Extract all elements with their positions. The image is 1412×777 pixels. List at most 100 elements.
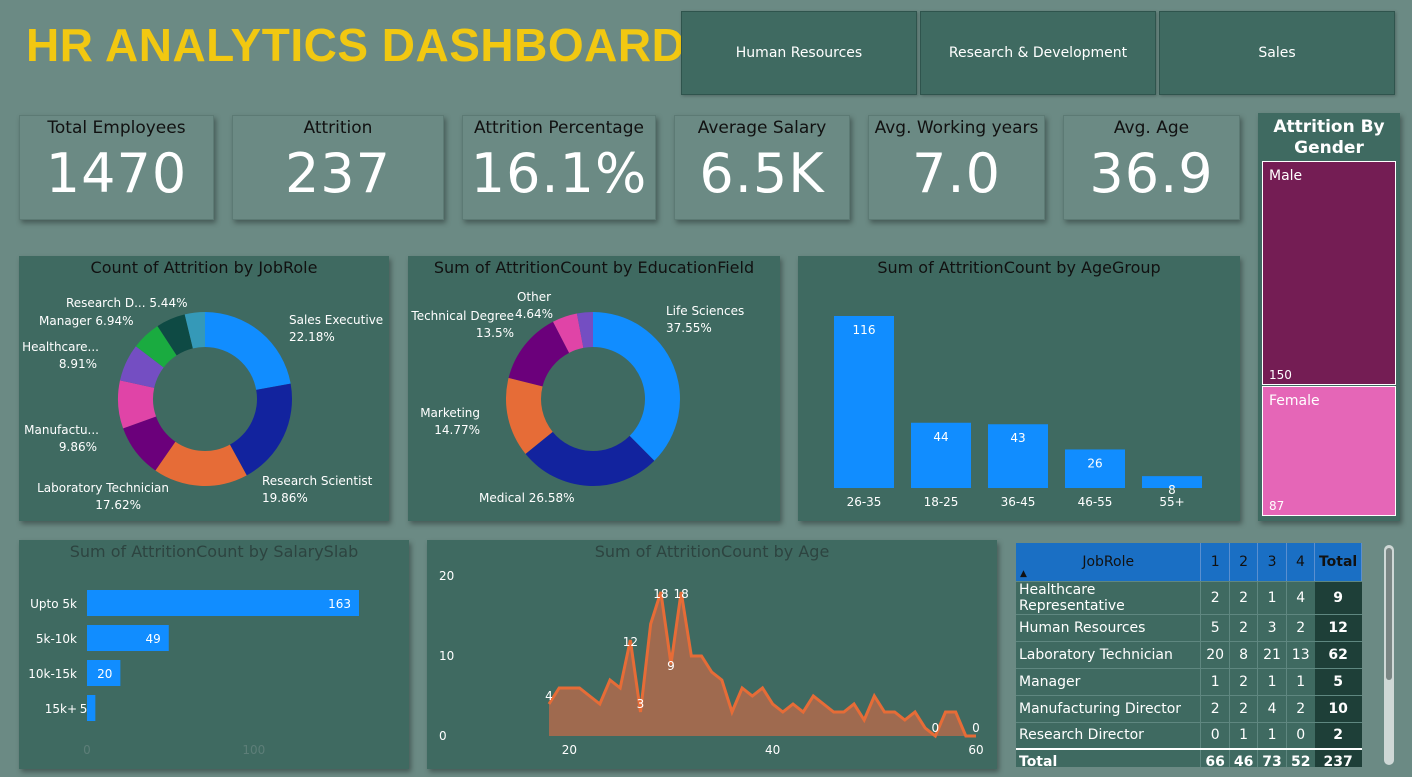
table-cell-value: 1	[1228, 722, 1258, 750]
bar-data-label: 44	[933, 430, 948, 444]
table-cell-value: 21	[1257, 641, 1287, 669]
x-tick-label: 60	[968, 743, 983, 757]
donut-label: Manager 6.94%	[39, 314, 134, 328]
table-cell-value: 2	[1200, 581, 1230, 615]
table-row[interactable]: Laboratory Technician 20 8 21 13 62	[1016, 641, 1362, 669]
age-area-chart: 0 10 20 20 40 60 4 12 3 18 9 18 0 0	[439, 569, 984, 757]
gender-label-female: Female	[1269, 393, 1320, 409]
table-cell-value: 2	[1285, 695, 1315, 723]
column-header-3[interactable]: 3	[1257, 543, 1287, 582]
table-cell-total: 2	[1314, 722, 1362, 750]
table-cell-value: 2	[1228, 614, 1258, 642]
table-cell-jobrole: Laboratory Technician	[1016, 641, 1201, 669]
donut-label: Sales Executive	[289, 313, 383, 327]
agegroup-bar[interactable]	[834, 316, 894, 488]
y-tick-label: 5k-10k	[36, 632, 77, 646]
table-row[interactable]: Manufacturing Director 2 2 4 2 10	[1016, 695, 1362, 723]
table-scrollbar-thumb[interactable]	[1386, 548, 1392, 680]
salaryslab-bar-chart: 163 Upto 5k 49 5k-10k 20 10k-15k 515k+ 0 100	[28, 590, 359, 757]
table-total-cell: 73	[1257, 748, 1287, 767]
bar-data-label: 116	[853, 323, 876, 337]
column-header-label: JobRole	[1082, 553, 1135, 570]
kpi-value: 36.9	[1089, 142, 1214, 205]
table-cell-value: 1	[1200, 668, 1230, 696]
table-total-cell: 66	[1200, 748, 1230, 767]
kpi-value: 1470	[45, 142, 188, 205]
gender-bar-male[interactable]: Male 150	[1262, 161, 1396, 385]
table-cell-value: 20	[1200, 641, 1230, 669]
table-total-cell: Total	[1016, 748, 1201, 767]
jobrole-matrix-table[interactable]: JobRole ▲ 1 2 3 4 Total Healthcare Repre…	[1016, 543, 1362, 767]
column-header-1[interactable]: 1	[1200, 543, 1230, 582]
table-cell-value: 3	[1257, 614, 1287, 642]
donut-percent-label: 9.86%	[59, 440, 97, 454]
table-cell-value: 13	[1285, 641, 1315, 669]
table-cell-jobrole: Manufacturing Director	[1016, 695, 1201, 723]
table-header-row: JobRole ▲ 1 2 3 4 Total	[1016, 543, 1362, 582]
column-header-jobrole[interactable]: JobRole ▲	[1016, 543, 1202, 582]
table-row[interactable]: Manager 1 2 1 1 5	[1016, 668, 1362, 696]
table-total-cell: 46	[1228, 748, 1258, 767]
kpi-value: 16.1%	[470, 142, 648, 205]
x-tick-label: 46-55	[1078, 495, 1113, 509]
jobrole-donut-chart: Sales Executive 22.18% Research Scientist 1…	[22, 296, 383, 512]
donut-label: Medical 26.58%	[479, 491, 575, 505]
donut-slice[interactable]	[229, 383, 292, 476]
kpi-average-salary: Average Salary 6.5K	[674, 115, 850, 220]
table-total-row: Total 66 46 73 52 237	[1016, 748, 1362, 767]
kpi-attrition: Attrition 237	[232, 115, 444, 220]
kpi-label: Total Employees	[47, 118, 186, 138]
point-data-label: 3	[637, 697, 645, 711]
kpi-value: 237	[284, 142, 392, 205]
table-row[interactable]: Healthcare Representative 2 2 1 4 9	[1016, 581, 1362, 615]
donut-label: Life Sciences	[666, 304, 744, 318]
slicer-research-development[interactable]: Research & Development	[920, 11, 1156, 95]
donut-percent-label: 22.18%	[289, 330, 335, 344]
table-cell-value: 2	[1228, 581, 1258, 615]
donut-label: Manufactu...	[24, 423, 99, 437]
donut-slice[interactable]	[205, 312, 291, 390]
column-header-2[interactable]: 2	[1229, 543, 1259, 582]
table-cell-value: 2	[1200, 695, 1230, 723]
x-tick-label: 26-35	[847, 495, 882, 509]
table-cell-jobrole: Manager	[1016, 668, 1201, 696]
gender-bar-female[interactable]: Female 87	[1262, 386, 1396, 516]
slicer-human-resources[interactable]: Human Resources	[681, 11, 917, 95]
column-header-4[interactable]: 4	[1286, 543, 1316, 582]
x-tick-label: 36-45	[1001, 495, 1036, 509]
table-cell-value: 2	[1228, 668, 1258, 696]
table-cell-value: 1	[1257, 581, 1287, 615]
column-header-total[interactable]: Total	[1314, 543, 1362, 582]
bar-data-label: 163	[328, 597, 351, 611]
table-cell-total: 5	[1314, 668, 1362, 696]
donut-label: Healthcare...	[22, 340, 99, 354]
slicer-sales[interactable]: Sales	[1159, 11, 1395, 95]
gender-value-male: 150	[1269, 368, 1292, 382]
x-tick-label: 0	[83, 743, 91, 757]
point-data-label: 4	[545, 689, 553, 703]
table-row[interactable]: Research Director 0 1 1 0 2	[1016, 722, 1362, 750]
donut-percent-label: 14.77%	[434, 423, 480, 437]
salaryslab-bar[interactable]	[87, 695, 96, 721]
table-cell-value: 4	[1285, 581, 1315, 615]
table-cell-total: 10	[1314, 695, 1362, 723]
table-cell-value: 0	[1285, 722, 1315, 750]
table-cell-value: 2	[1285, 614, 1315, 642]
gender-chart-title: Attrition By Gender	[1273, 117, 1385, 158]
point-data-label: 9	[667, 659, 675, 673]
bar-data-label: 26	[1087, 456, 1102, 470]
table-cell-total: 9	[1314, 581, 1362, 615]
table-cell-value: 2	[1228, 695, 1258, 723]
donut-label: Research D... 5.44%	[66, 296, 187, 310]
salaryslab-bar[interactable]	[87, 590, 359, 616]
attrition-by-gender-card: Attrition By Gender Male 150 Female 87	[1258, 113, 1400, 521]
table-cell-value: 4	[1257, 695, 1287, 723]
table-cell-jobrole: Human Resources	[1016, 614, 1201, 642]
point-data-label: 0	[932, 721, 940, 735]
kpi-attrition-percentage: Attrition Percentage 16.1%	[462, 115, 656, 220]
table-row[interactable]: Human Resources 5 2 3 2 12	[1016, 614, 1362, 642]
point-data-label: 0	[972, 721, 980, 735]
agegroup-bar-chart: 11626-354418-254336-452646-55855+	[834, 316, 1202, 509]
donut-label: Other	[517, 290, 551, 304]
agegroup-bar-panel: Sum of AttritionCount by AgeGroup 116 26-…	[798, 256, 1240, 521]
